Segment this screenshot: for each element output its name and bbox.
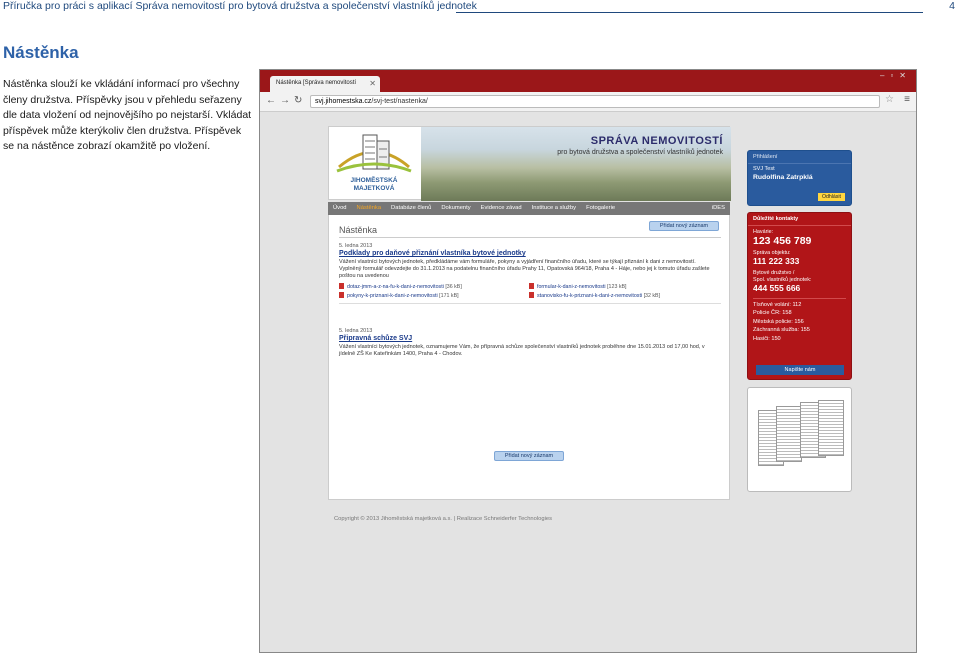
post-date: 5. ledna 2013 [339, 328, 373, 334]
login-box: Přihlášení SVJ Test Rudolfina Zatrpklá O… [747, 150, 852, 206]
post-title-link[interactable]: Připravná schůze SVJ [339, 335, 719, 342]
back-arrow-icon[interactable]: ← [266, 95, 276, 106]
menu-icon[interactable]: ≡ [904, 94, 910, 105]
window-controls-icon[interactable]: –▫✕ [880, 71, 912, 80]
pdf-icon [529, 292, 534, 298]
page-title: Nástěnka [339, 225, 378, 235]
forward-arrow-icon[interactable]: → [280, 95, 290, 106]
post-body: Vážení vlastníci bytových jednotek, ozna… [339, 344, 705, 357]
title-rule [339, 237, 721, 238]
building-logo-icon [336, 134, 412, 173]
coop-label-line-2: Spol. vlastníků jednotek: [753, 276, 812, 283]
post-divider [339, 303, 721, 304]
contacts-divider [753, 298, 846, 299]
magazine-page-thumbnail [818, 400, 844, 456]
attachment-link[interactable]: dotaz-jmm-a-z-na-fu-k-dani-z-nemovitosti… [339, 283, 529, 290]
header-building-photo: SPRÁVA NEMOVITOSTÍ pro bytová družstva a… [421, 127, 731, 201]
pdf-icon [529, 283, 534, 289]
emergency-phone: 123 456 789 [753, 234, 812, 247]
attachment-name: dotaz-jmm-a-z-na-fu-k-dani-z-nemovitosti [347, 284, 444, 290]
nav-item-fotogalerie[interactable]: Fotogalerie [581, 202, 620, 215]
manager-phone: 111 222 333 [753, 256, 800, 266]
add-record-button-bottom[interactable]: Přidat nový záznam [494, 451, 564, 461]
logo-text: JIHOMĚSTSKÁ MAJETKOVÁ [350, 177, 398, 192]
nav-item-evidence-zavad[interactable]: Evidence závad [476, 202, 527, 215]
attachment-name: stanovisko-fu-k-priznani-k-dani-z-nemovi… [537, 293, 643, 299]
contacts-heading: Důležité kontakty [748, 213, 851, 226]
nav-item-dokumenty[interactable]: Dokumenty [436, 202, 475, 215]
magazine-page-thumbnail [776, 406, 802, 462]
site-brand: SPRÁVA NEMOVITOSTÍ pro bytová družstva a… [557, 135, 723, 156]
site-navigation: Úvod Nástěnka Databáze členů Dokumenty E… [328, 202, 730, 215]
section-heading: Nástěnka [3, 43, 79, 62]
brand-title: SPRÁVA NEMOVITOSTÍ [590, 135, 723, 147]
post-body: Vážení vlastníci bytových jednotek, před… [339, 259, 710, 279]
login-organization: SVJ Test [753, 166, 775, 172]
attachment-size: [171 kB] [439, 293, 459, 299]
attachment-size: [123 kB] [607, 284, 627, 290]
browser-tab[interactable]: Nástěnka [Správa nemovitostí ✕ [270, 76, 380, 92]
attachment-name: formular-k-dani-z-nemovitosti [537, 284, 606, 290]
post-item: 5. ledna 2013 Podklady pro daňové přizná… [339, 243, 721, 304]
login-user-name: Rudolfina Zatrpklá [753, 174, 813, 181]
main-content: Nástěnka Přidat nový záznam 5. ledna 201… [328, 215, 730, 500]
browser-screenshot: Nástěnka [Správa nemovitostí ✕ –▫✕ ← → ↻… [259, 69, 917, 653]
contacts-box: Důležité kontakty Havárie: 123 456 789 S… [747, 212, 852, 380]
attachment-link[interactable]: stanovisko-fu-k-priznani-k-dani-z-nemovi… [529, 292, 719, 299]
site-footer: Copyright © 2013 Jihoměstská majetková a… [334, 516, 553, 522]
attachment-name: pokyny-k-priznani-k-dani-z-nemovitosti [347, 293, 438, 299]
post-attachments: dotaz-jmm-a-z-na-fu-k-dani-z-nemovitosti… [339, 283, 719, 299]
coop-label: Bytové družstvo / Spol. vlastníků jednote… [748, 270, 851, 283]
emergency-line: Policie ČR: 158 [753, 310, 792, 316]
emergency-line: Záchranná služba: 155 [753, 327, 810, 333]
magazine-preview[interactable] [747, 387, 852, 492]
body-text: Nástěnka slouží ke vkládání informací pr… [3, 78, 252, 153]
browser-viewport: JIHOMĚSTSKÁ MAJETKOVÁ SPRÁVA NEMOVITOSTÍ… [260, 112, 916, 652]
nav-item-databaze-clenu[interactable]: Databáze členů [386, 202, 436, 215]
close-icon[interactable]: ✕ [369, 79, 376, 88]
document-header: Příručka pro práci s aplikací Správa nem… [3, 0, 960, 15]
browser-tab-bar: Nástěnka [Správa nemovitostí ✕ –▫✕ [260, 70, 916, 92]
browser-tab-title: Nástěnka [Správa nemovitostí [276, 80, 357, 86]
post-title-link[interactable]: Podklady pro daňové přiznání vlastníka b… [339, 250, 719, 257]
coop-label-line-1: Bytové družstvo / [753, 270, 795, 276]
bookmark-star-icon[interactable]: ☆ [885, 94, 894, 105]
emergency-line: Městská policie: 156 [753, 318, 804, 325]
reload-icon[interactable]: ↻ [294, 95, 302, 106]
url-input[interactable]: svj.jihomestska.cz/svj-test/nastenka/ [310, 95, 880, 108]
pdf-icon [339, 283, 344, 289]
url-host: svj.jihomestska.cz [315, 98, 372, 105]
add-record-button[interactable]: Přidat nový záznam [649, 221, 719, 231]
brand-subtitle: pro bytová družstva a společenství vlast… [557, 149, 723, 156]
coop-phone: 444 555 666 [753, 283, 801, 293]
document-header-title: Příručka pro práci s aplikací Správa nem… [3, 0, 477, 12]
attachment-size: [32 kB] [643, 293, 661, 299]
attachment-link[interactable]: pokyny-k-priznani-k-dani-z-nemovitosti [… [339, 292, 529, 299]
page-number: 4 [949, 0, 955, 12]
nav-item-instituce-a-sluzby[interactable]: Instituce a služby [527, 202, 581, 215]
post-date: 5. ledna 2013 [339, 243, 373, 249]
logout-button[interactable]: Odhlásit [817, 193, 845, 201]
nav-item-nastenka[interactable]: Nástěnka [352, 202, 387, 215]
site-logo[interactable]: JIHOMĚSTSKÁ MAJETKOVÁ [329, 127, 419, 201]
attachment-link[interactable]: formular-k-dani-z-nemovitosti [123 kB] [529, 283, 719, 290]
attachment-size: [36 kB] [445, 284, 462, 290]
nav-item-uvod[interactable]: Úvod [328, 202, 352, 215]
site-header: JIHOMĚSTSKÁ MAJETKOVÁ SPRÁVA NEMOVITOSTÍ… [328, 126, 731, 201]
login-heading: Přihlášení [748, 151, 851, 164]
header-rule [456, 12, 923, 13]
post-item: 5. ledna 2013 Připravná schůze SVJ Vážen… [339, 328, 719, 358]
pdf-icon [339, 292, 344, 298]
emergency-line: Tísňové volání: 112 [753, 301, 802, 308]
write-us-button[interactable]: Napište nám [756, 365, 844, 375]
url-path: /svj-test/nastenka/ [371, 98, 428, 105]
nav-item-ides[interactable]: iDES [707, 202, 730, 215]
emergency-line: Hasiči: 150 [753, 335, 781, 342]
browser-address-bar: ← → ↻ svj.jihomestska.cz/svj-test/nasten… [260, 92, 916, 112]
